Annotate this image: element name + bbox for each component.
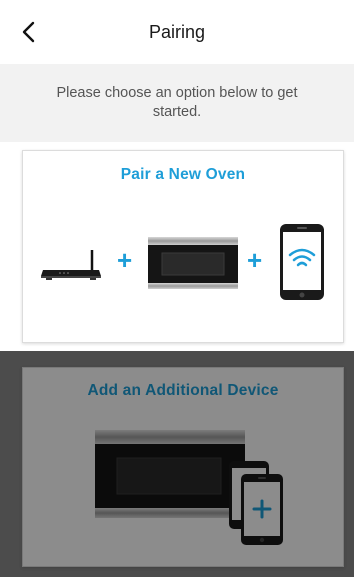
- intro-text: Please choose an option below to get sta…: [56, 85, 298, 120]
- plus-icon: +: [247, 245, 263, 275]
- pair-new-oven-card[interactable]: Pair a New Oven + +: [22, 150, 344, 343]
- chevron-left-icon: [22, 21, 35, 43]
- router-icon: [41, 250, 101, 280]
- page-title: Pairing: [148, 21, 206, 42]
- phone-wifi-icon: [280, 224, 324, 300]
- back-button[interactable]: [14, 18, 42, 46]
- plus-icon: +: [117, 245, 133, 275]
- add-device-card[interactable]: Add an Additional Device: [22, 367, 344, 567]
- app-header: Pairing: [0, 0, 354, 64]
- oven-icon: [95, 430, 245, 518]
- intro-banner: Please choose an option below to get sta…: [0, 64, 354, 142]
- pair-new-oven-title: Pair a New Oven: [120, 166, 246, 183]
- add-device-icon: [229, 461, 283, 545]
- oven-icon: [148, 237, 238, 289]
- add-device-title: Add an Additional Device: [87, 382, 279, 399]
